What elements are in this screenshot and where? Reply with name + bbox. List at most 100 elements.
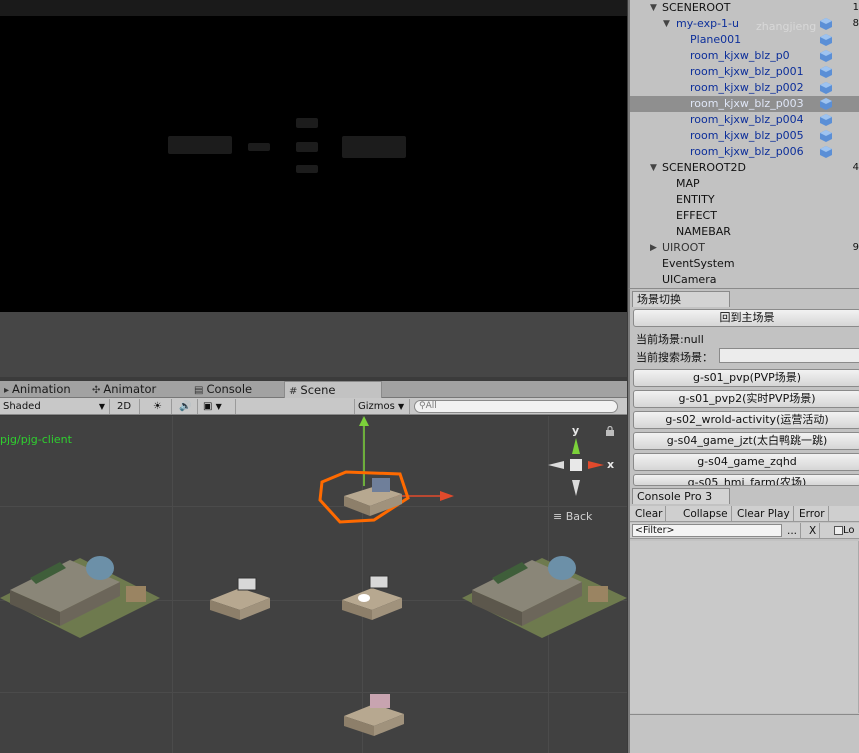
scene-toolbar: Shaded ▼ 2D ☀ 🔊 ▣ ▼ Gizmos ▼ ⚲All [0,398,627,415]
console-detail-pane[interactable] [630,714,859,753]
filter-clear-button[interactable]: X [806,523,821,539]
sun-icon: ☀ [153,401,162,412]
speaker-icon: 🔊 [179,401,192,412]
prefab-cube-icon [820,34,832,46]
expand-arrow-icon[interactable]: ▼ [650,160,657,176]
hierarchy-item-room-p0[interactable]: room_kjxw_blz_p0 [630,48,859,64]
scene-switch-panel: 场景切换 回到主场景 当前场景:null 当前搜索场景： g-s01_pvp(P… [628,288,859,486]
image-icon: ▣ [203,401,213,412]
hierarchy-item-namebar[interactable]: NAMEBAR [630,224,859,240]
prefab-cube-icon [820,146,832,158]
hierarchy-item-plane001[interactable]: Plane001 [630,32,859,48]
tab-animator[interactable]: ✣ Animator [88,381,188,398]
clear-play-button[interactable]: Clear Play [734,506,794,522]
hierarchy-item-sceneroot[interactable]: ▼ SCENEROOT 1 [630,0,859,16]
prefab-cube-icon [820,98,832,110]
console-icon: ▤ [194,385,204,396]
prefab-cube-icon [820,18,832,30]
room-model-small[interactable] [206,576,276,622]
collapse-button[interactable]: Collapse [680,506,732,522]
scene-button[interactable]: g-s05_hmj_farm(农场) [633,474,859,486]
scene-tab-bar: ▸ Animation ✣ Animator ▤ Console # Scene [0,381,627,398]
hierarchy-panel: zhangjieng ▼ SCENEROOT 1 ▼ my-exp-1-u 8 … [628,0,859,288]
audio-toggle[interactable]: 🔊 [174,399,198,414]
scene-button[interactable]: g-s02_wrold-activity(运营活动) [633,411,859,429]
scene-button[interactable]: g-s01_pvp2(实时PVP场景) [633,390,859,408]
console-toolbar: Clear Collapse Clear Play Error [630,506,859,522]
clear-button[interactable]: Clear [632,506,667,522]
console-pro-panel: Console Pro 3 Clear Collapse Clear Play … [628,486,859,753]
effects-dropdown[interactable]: ▣ ▼ [200,399,236,414]
room-model-small[interactable] [338,574,408,622]
game-object-thumb [342,136,406,158]
scene-button[interactable]: g-s04_game_jzt(太白鸭跳一跳) [633,432,859,450]
hierarchy-item-eventsystem[interactable]: EventSystem [630,256,859,272]
prefab-cube-icon [820,114,832,126]
tab-scene-switch[interactable]: 场景切换 [632,291,730,307]
hierarchy-item-uicamera[interactable]: UICamera [630,272,859,288]
scene-button[interactable]: g-s04_game_zqhd [633,453,859,471]
hierarchy-item-room-p006[interactable]: room_kjxw_blz_p006 [630,144,859,160]
game-object-thumb [248,143,270,151]
game-view-header [0,0,627,16]
back-view-label[interactable]: ≡ Back [553,510,592,523]
toggle-2d-button[interactable]: 2D [114,399,140,414]
filter-options-button[interactable]: ... [784,523,802,539]
hierarchy-item-uiroot[interactable]: ▶ UIROOT 9 [630,240,859,256]
tab-animation[interactable]: ▸ Animation [0,381,86,398]
console-log-list[interactable] [630,541,859,713]
scene-view[interactable]: pjg/pjg-client y x ≡ Back [0,416,627,753]
hierarchy-item-sceneroot2d[interactable]: ▼ SCENEROOT2D 4 [630,160,859,176]
expand-arrow-icon[interactable]: ▶ [650,240,657,256]
checkbox-icon [834,525,843,535]
scene-search-field[interactable] [719,348,859,363]
search-scene-label: 当前搜索场景： [636,351,713,364]
prefab-cube-icon [820,130,832,142]
tab-console[interactable]: ▤ Console [190,381,282,398]
hierarchy-item-room-p002[interactable]: room_kjxw_blz_p002 [630,80,859,96]
prefab-cube-icon [820,50,832,62]
hierarchy-item-map[interactable]: MAP [630,176,859,192]
hierarchy-item-room-p004[interactable]: room_kjxw_blz_p004 [630,112,859,128]
tab-scene[interactable]: # Scene [284,381,382,398]
hierarchy-item-entity[interactable]: ENTITY [630,192,859,208]
axis-x-label: x [607,458,615,471]
prefab-cube-icon [820,82,832,94]
console-filter-row: <Filter> ... X Lo [630,523,859,539]
filter-input[interactable]: <Filter> [632,524,782,537]
tab-console-pro[interactable]: Console Pro 3 [632,488,730,504]
scene-path-label: pjg/pjg-client [0,433,72,446]
hierarchy-item-room-p003[interactable]: room_kjxw_blz_p003 [630,96,859,112]
animation-icon: ▸ [4,385,10,396]
expand-arrow-icon[interactable]: ▼ [650,0,657,16]
game-object-thumb [296,165,318,173]
draw-mode-dropdown[interactable]: Shaded ▼ [0,399,110,414]
grid-line [0,506,627,507]
axis-y-label: y [572,424,580,437]
gizmos-dropdown[interactable]: Gizmos ▼ [354,399,410,414]
hierarchy-item-room-p005[interactable]: room_kjxw_blz_p005 [630,128,859,144]
menu-icon: ≡ [553,510,566,523]
room-model-large[interactable] [0,538,160,648]
game-view[interactable] [0,0,627,312]
error-toggle[interactable]: Error [796,506,829,522]
room-model-small[interactable] [340,690,410,738]
hierarchy-item-effect[interactable]: EFFECT [630,208,859,224]
back-to-main-scene-button[interactable]: 回到主场景 [633,309,859,327]
selected-object-outline[interactable] [316,468,412,526]
hierarchy-item-room-p001[interactable]: room_kjxw_blz_p001 [630,64,859,80]
current-scene-label: 当前场景:null [636,333,704,346]
expand-arrow-icon[interactable]: ▼ [663,16,670,32]
grid-line [0,692,627,693]
lighting-toggle[interactable]: ☀ [144,399,172,414]
room-model-large[interactable] [462,538,627,648]
hierarchy-item-my-exp[interactable]: ▼ my-exp-1-u 8 [630,16,859,32]
game-object-thumb [168,136,232,154]
chevron-down-icon: ▼ [215,402,222,411]
chevron-down-icon: ▼ [98,402,105,411]
log-toggle[interactable]: Lo [834,524,855,538]
animator-icon: ✣ [92,385,101,396]
game-view-footer [0,312,627,377]
scene-search-input[interactable]: ⚲All [414,400,618,413]
scene-button[interactable]: g-s01_pvp(PVP场景) [633,369,859,387]
